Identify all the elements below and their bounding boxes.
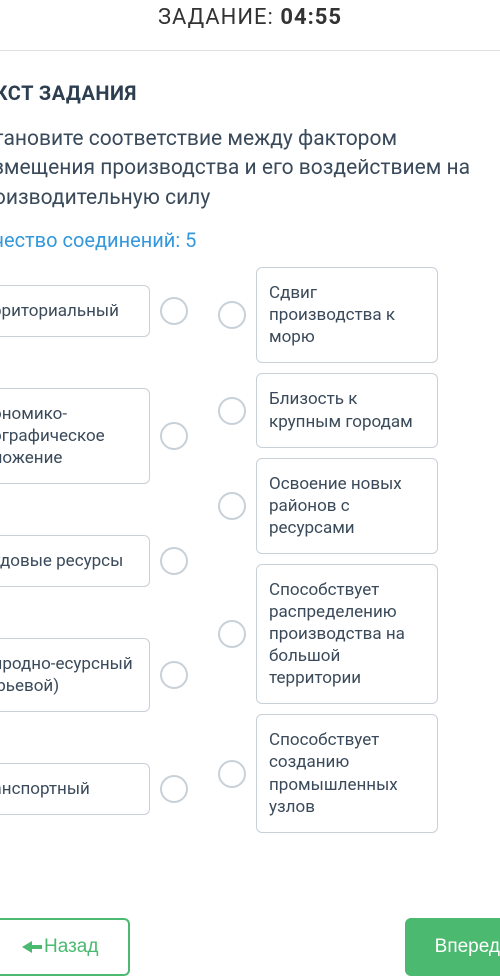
right-option-box[interactable]: Близость к крупным городам: [256, 373, 438, 447]
connector-circle[interactable]: [218, 492, 246, 520]
left-option-box[interactable]: риродно-есурсный ырьевой): [0, 638, 150, 712]
forward-button[interactable]: Вперед: [405, 918, 500, 976]
connector-circle[interactable]: [218, 397, 246, 425]
connector-circle[interactable]: [160, 422, 188, 450]
left-option-box[interactable]: ранспортный: [0, 763, 150, 815]
matching-container: ерриториальный кономико-еографическое ол…: [0, 267, 500, 833]
left-item: ранспортный: [0, 763, 188, 815]
right-item: Сдвиг производства к морю: [218, 267, 438, 363]
right-option-box[interactable]: Способствует распределению производства …: [256, 564, 438, 704]
left-item: кономико-еографическое оложение: [0, 388, 188, 484]
timer-value: 04:55: [280, 5, 342, 30]
left-item: ерриториальный: [0, 285, 188, 337]
back-button-label: Назад: [44, 936, 98, 958]
right-item: Способствует распределению производства …: [218, 564, 438, 704]
footer-nav: Назад Вперед: [0, 918, 500, 976]
right-option-box[interactable]: Освоение новых районов с ресурсами: [256, 458, 438, 554]
connector-circle[interactable]: [218, 760, 246, 788]
timer-header: ЗАДАНИЕ: 04:55: [0, 0, 500, 51]
section-title: ТЕКСТ ЗАДАНИЯ: [0, 71, 500, 125]
right-option-box[interactable]: Сдвиг производства к морю: [256, 267, 438, 363]
connections-count: личество соединений: 5: [0, 228, 500, 267]
right-column: Сдвиг производства к морю Близость к кру…: [218, 267, 438, 833]
connector-circle[interactable]: [160, 297, 188, 325]
left-option-box[interactable]: кономико-еографическое оложение: [0, 388, 150, 484]
task-text: Установите соответствие между фактором р…: [0, 125, 500, 228]
left-option-box[interactable]: рудовые ресурсы: [0, 535, 150, 587]
connector-circle[interactable]: [160, 661, 188, 689]
back-button[interactable]: Назад: [0, 918, 130, 976]
connector-circle[interactable]: [160, 775, 188, 803]
right-item: Способствует созданию промышленных узлов: [218, 714, 438, 832]
left-item: риродно-есурсный ырьевой): [0, 638, 188, 712]
right-item: Близость к крупным городам: [218, 373, 438, 447]
connector-circle[interactable]: [160, 547, 188, 575]
forward-button-label: Вперед: [435, 936, 500, 958]
left-option-box[interactable]: ерриториальный: [0, 285, 150, 337]
arrow-left-icon: [22, 941, 32, 953]
right-item: Освоение новых районов с ресурсами: [218, 458, 438, 554]
right-option-box[interactable]: Способствует созданию промышленных узлов: [256, 714, 438, 832]
left-column: ерриториальный кономико-еографическое ол…: [0, 267, 188, 833]
timer-label: ЗАДАНИЕ:: [158, 5, 280, 30]
connector-circle[interactable]: [218, 301, 246, 329]
left-item: рудовые ресурсы: [0, 535, 188, 587]
connector-circle[interactable]: [218, 620, 246, 648]
